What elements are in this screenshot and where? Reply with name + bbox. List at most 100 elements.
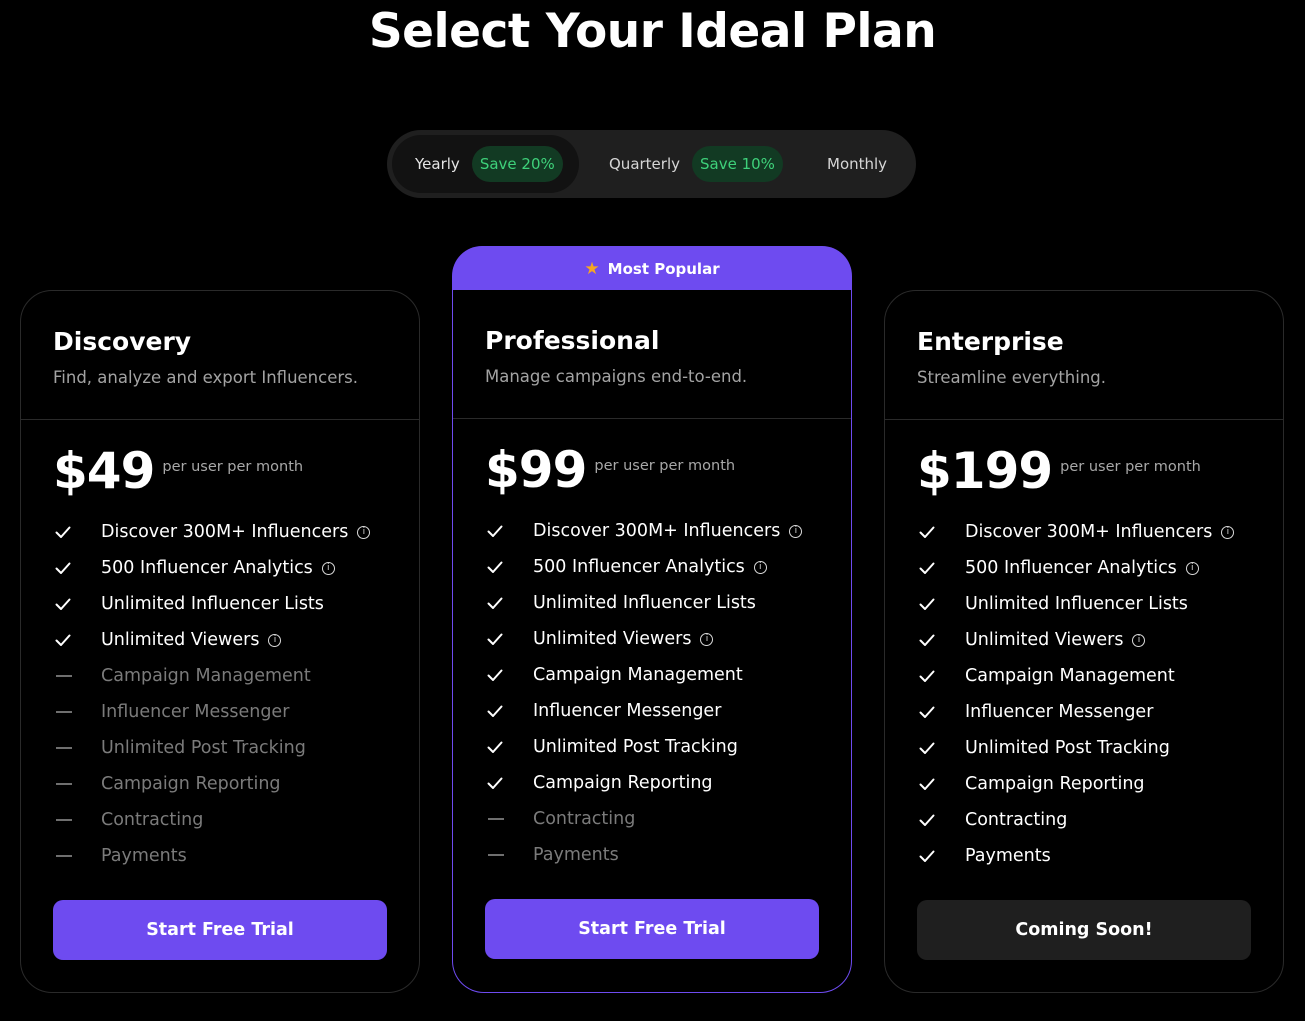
check-icon (485, 737, 533, 757)
check-icon (53, 522, 101, 542)
feature-item: Unlimited Influencer Lists (53, 586, 370, 622)
most-popular-banner: ★ Most Popular (452, 246, 852, 292)
feature-item: 500 Influencer Analytics i (485, 549, 802, 585)
billing-option-yearly[interactable]: Yearly Save 20% (392, 135, 579, 193)
check-icon (917, 522, 965, 542)
feature-label: 500 Influencer Analytics (965, 558, 1177, 578)
check-icon (917, 666, 965, 686)
plan-name: Discovery (53, 327, 192, 356)
check-icon (485, 557, 533, 577)
price-row: $99 per user per month (485, 440, 735, 500)
feature-label: Discover 300M+ Influencers (965, 522, 1213, 542)
feature-item: Unlimited Post Tracking (53, 730, 370, 766)
feature-label: Campaign Management (965, 666, 1175, 686)
price-row: $199 per user per month (917, 441, 1201, 501)
check-icon (485, 629, 533, 649)
feature-item: Unlimited Viewers i (917, 622, 1234, 658)
feature-item: Payments (917, 838, 1234, 874)
star-icon: ★ (584, 259, 600, 279)
feature-item: Discover 300M+ Influencers i (53, 514, 371, 550)
feature-item: Contracting (485, 801, 802, 837)
dash-icon (53, 783, 101, 785)
feature-label: Campaign Management (533, 665, 743, 685)
feature-item: 500 Influencer Analytics i (53, 550, 370, 586)
start-free-trial-button[interactable]: Start Free Trial (53, 900, 387, 960)
feature-label: Unlimited Viewers (101, 630, 260, 650)
feature-label: Unlimited Viewers (965, 630, 1124, 650)
plan-price: $199 (917, 442, 1053, 500)
check-icon (485, 665, 533, 685)
feature-label: Contracting (533, 809, 636, 829)
billing-option-monthly[interactable]: Monthly (817, 135, 907, 193)
page-title: Select Your Ideal Plan (368, 4, 937, 59)
plan-header: Enterprise Streamline everything. (885, 291, 1283, 420)
plan-card-professional: Professional Manage campaigns end-to-end.… (452, 290, 852, 993)
dash-icon (53, 711, 101, 713)
feature-label: Unlimited Post Tracking (965, 738, 1170, 758)
plan-header: Discovery Find, analyze and export Influe… (21, 291, 419, 420)
plan-name: Professional (485, 326, 660, 355)
dash-icon (53, 747, 101, 749)
info-icon[interactable]: i (789, 524, 803, 538)
plan-name: Enterprise (917, 327, 1064, 356)
check-icon (917, 774, 965, 794)
feature-item: Campaign Reporting (53, 766, 370, 802)
check-icon (485, 521, 533, 541)
info-icon[interactable]: i (1221, 525, 1235, 539)
billing-period-toggle: Yearly Save 20% Quarterly Save 10% Month… (387, 130, 916, 198)
info-icon[interactable]: i (1132, 633, 1146, 647)
feature-label: Unlimited Influencer Lists (965, 594, 1188, 614)
info-icon[interactable]: i (1185, 561, 1199, 575)
check-icon (917, 810, 965, 830)
feature-label: Payments (101, 846, 187, 866)
check-icon (53, 630, 101, 650)
check-icon (917, 630, 965, 650)
check-icon (917, 558, 965, 578)
price-row: $49 per user per month (53, 441, 303, 501)
coming-soon-button[interactable]: Coming Soon! (917, 900, 1251, 960)
feature-label: Influencer Messenger (101, 702, 290, 722)
check-icon (917, 702, 965, 722)
feature-item: Payments (53, 838, 370, 874)
check-icon (485, 773, 533, 793)
feature-item: Unlimited Viewers i (53, 622, 370, 658)
feature-label: Unlimited Post Tracking (101, 738, 306, 758)
check-icon (53, 558, 101, 578)
plan-card-discovery: Discovery Find, analyze and export Influe… (20, 290, 420, 993)
feature-item: Contracting (917, 802, 1234, 838)
info-icon[interactable]: i (357, 525, 371, 539)
feature-label: Campaign Reporting (533, 773, 713, 793)
feature-item: Contracting (53, 802, 370, 838)
billing-option-quarterly[interactable]: Quarterly Save 10% (597, 135, 787, 193)
info-icon[interactable]: i (321, 561, 335, 575)
plan-description: Find, analyze and export Influencers. (53, 368, 358, 387)
feature-item: Unlimited Influencer Lists (485, 585, 802, 621)
feature-item: Campaign Management (917, 658, 1234, 694)
most-popular-label: Most Popular (607, 260, 720, 278)
dash-icon (53, 819, 101, 821)
feature-list: Discover 300M+ Influencers i 500 Influence… (53, 514, 371, 874)
billing-option-label: Monthly (827, 155, 888, 173)
plan-description: Streamline everything. (917, 368, 1107, 387)
start-free-trial-button[interactable]: Start Free Trial (485, 899, 819, 959)
feature-item: Influencer Messenger (485, 693, 802, 729)
info-icon[interactable]: i (753, 560, 767, 574)
feature-label: Influencer Messenger (965, 702, 1154, 722)
feature-list: Discover 300M+ Influencers i 500 Influence… (485, 513, 803, 873)
plan-price: $49 (53, 442, 155, 500)
dash-icon (53, 855, 101, 857)
info-icon[interactable]: i (268, 633, 282, 647)
feature-item: Campaign Reporting (917, 766, 1234, 802)
feature-label: Payments (965, 846, 1051, 866)
plan-description: Manage campaigns end-to-end. (485, 367, 748, 386)
dash-icon (53, 675, 101, 677)
check-icon (917, 846, 965, 866)
feature-label: Campaign Reporting (101, 774, 281, 794)
feature-label: Discover 300M+ Influencers (101, 522, 349, 542)
feature-item: Influencer Messenger (917, 694, 1234, 730)
feature-label: Unlimited Influencer Lists (101, 594, 324, 614)
feature-label: Discover 300M+ Influencers (533, 521, 781, 541)
check-icon (917, 738, 965, 758)
info-icon[interactable]: i (700, 632, 714, 646)
check-icon (485, 701, 533, 721)
